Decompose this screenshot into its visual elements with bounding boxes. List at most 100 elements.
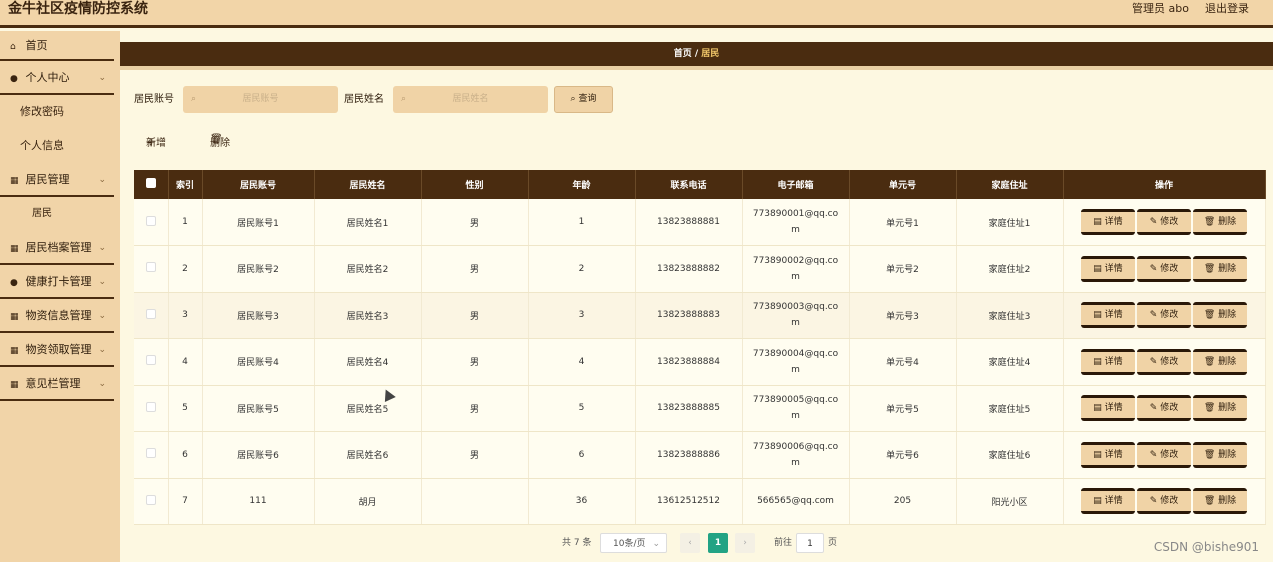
detail-button[interactable]: ▤ 详情 bbox=[1081, 488, 1135, 515]
detail-button[interactable]: ▤ 详情 bbox=[1081, 348, 1135, 375]
goto-page-input[interactable]: 1 bbox=[796, 533, 824, 553]
query-button[interactable]: ⌕ 查询 bbox=[554, 86, 613, 113]
column-header[interactable]: 居民账号 bbox=[202, 170, 315, 199]
row-checkbox[interactable] bbox=[145, 448, 156, 459]
detail-button-label: 详情 bbox=[1104, 356, 1123, 367]
detail-button-label: 详情 bbox=[1104, 449, 1123, 460]
column-header[interactable]: 性别 bbox=[421, 170, 529, 199]
search-icon: ⌕ bbox=[401, 94, 407, 104]
cell-gender: 男 bbox=[421, 199, 529, 246]
edit-button[interactable]: ✎ 修改 bbox=[1137, 209, 1191, 235]
account-search-input[interactable]: ⌕ 居民账号 bbox=[183, 86, 338, 113]
edit-button-label: 修改 bbox=[1160, 310, 1179, 321]
sidebar-item-resident-mgmt[interactable]: ▦ 居民管理 ⌄ bbox=[0, 163, 114, 197]
delete-button[interactable]: 🗑 删除 bbox=[1193, 209, 1247, 235]
detail-button-label: 详情 bbox=[1104, 403, 1123, 414]
search-icon: ⌕ bbox=[191, 94, 197, 104]
sidebar-item-change-password[interactable]: 修改密码 bbox=[0, 95, 120, 129]
column-header[interactable]: 单元号 bbox=[849, 170, 957, 199]
row-checkbox[interactable] bbox=[145, 215, 156, 226]
logout-link[interactable]: 退出登录 bbox=[1205, 1, 1249, 17]
prev-page-button[interactable]: ‹ bbox=[680, 533, 700, 553]
column-header[interactable]: 年龄 bbox=[528, 170, 636, 199]
table-row: 6 居民账号6 居民姓名6 男 6 13823888886 773890006@qq.com… bbox=[134, 431, 1266, 479]
sidebar-item-resident[interactable]: 居民 bbox=[0, 197, 120, 231]
table-row: 7 111 胡月 36 13612512512 566565@qq.com 205 阳光小区 ▤… bbox=[134, 478, 1266, 525]
cell-name: 居民姓名5 bbox=[314, 385, 422, 432]
sidebar-item-resident-archive[interactable]: ▦ 居民档案管理 ⌄ bbox=[0, 231, 114, 265]
chevron-left-icon: ‹ bbox=[688, 538, 692, 548]
cell-unit: 单元号2 bbox=[849, 245, 957, 293]
detail-button[interactable]: ▤ 详情 bbox=[1081, 209, 1135, 235]
detail-button-label: 详情 bbox=[1104, 310, 1123, 321]
detail-button[interactable]: ▤ 详情 bbox=[1081, 255, 1135, 282]
breadcrumb-home[interactable]: 首页 bbox=[674, 49, 692, 59]
sidebar-item-feedback[interactable]: ▦ 意见栏管理 ⌄ bbox=[0, 367, 114, 401]
column-header[interactable]: 居民姓名 bbox=[314, 170, 422, 199]
query-button-label: 查询 bbox=[578, 94, 597, 104]
edit-button[interactable]: ✎ 修改 bbox=[1137, 255, 1191, 282]
cell-phone: 13612512512 bbox=[635, 478, 743, 525]
edit-button[interactable]: ✎ 修改 bbox=[1137, 302, 1191, 329]
sidebar-item-supplies-claim[interactable]: ▦ 物资领取管理 ⌄ bbox=[0, 333, 114, 367]
delete-button[interactable]: 🗑 删除 bbox=[1193, 488, 1247, 515]
delete-button[interactable]: 🗑 删除 bbox=[1193, 441, 1247, 468]
cell-name: 居民姓名1 bbox=[314, 199, 422, 246]
column-header[interactable]: 索引 bbox=[168, 170, 203, 199]
edit-button-label: 修改 bbox=[1160, 356, 1179, 367]
delete-button[interactable]: 🗑 删除 bbox=[1193, 348, 1247, 375]
edit-icon: ✎ bbox=[1149, 263, 1161, 274]
cell-account: 居民账号2 bbox=[202, 245, 315, 293]
cell-unit: 205 bbox=[849, 478, 957, 525]
sidebar-item-supplies-info[interactable]: ▦ 物资信息管理 ⌄ bbox=[0, 299, 114, 333]
detail-button[interactable]: ▤ 详情 bbox=[1081, 395, 1135, 422]
delete-button[interactable]: 🗑 删除 bbox=[1193, 395, 1247, 422]
cell-address: 阳光小区 bbox=[956, 478, 1064, 525]
delete-button[interactable]: 🗑 删除 bbox=[1193, 302, 1247, 329]
add-button-label: 新增 bbox=[146, 138, 166, 149]
cell-index: 6 bbox=[168, 431, 203, 479]
app-title: 金牛社区疫情防控系统 bbox=[8, 1, 148, 17]
sidebar-item-home[interactable]: ⌂ 首页 bbox=[0, 31, 114, 61]
row-checkbox[interactable] bbox=[145, 262, 156, 273]
cell-age: 5 bbox=[528, 385, 636, 432]
detail-button[interactable]: ▤ 详情 bbox=[1081, 441, 1135, 468]
sidebar-item-personal-center[interactable]: ● 个人中心 ⌄ bbox=[0, 61, 114, 95]
edit-button[interactable]: ✎ 修改 bbox=[1137, 488, 1191, 515]
row-checkbox[interactable] bbox=[145, 401, 156, 412]
edit-button[interactable]: ✎ 修改 bbox=[1137, 348, 1191, 375]
column-header[interactable]: 家庭住址 bbox=[956, 170, 1064, 199]
cell-email: 566565@qq.com bbox=[742, 478, 850, 525]
column-header[interactable]: 电子邮箱 bbox=[742, 170, 850, 199]
cell-name: 居民姓名2 bbox=[314, 245, 422, 293]
delete-button[interactable]: 🗑 删除 bbox=[1193, 255, 1247, 282]
row-checkbox[interactable] bbox=[145, 308, 156, 319]
sidebar-item-health-checkin[interactable]: ● 健康打卡管理 ⌄ bbox=[0, 265, 114, 299]
cell-email: 773890003@qq.com bbox=[742, 292, 850, 339]
cell-phone: 13823888885 bbox=[635, 385, 743, 432]
column-header[interactable]: 联系电话 bbox=[635, 170, 743, 199]
cell-phone: 13823888881 bbox=[635, 199, 743, 246]
edit-button[interactable]: ✎ 修改 bbox=[1137, 441, 1191, 468]
chevron-down-icon: ⌄ bbox=[98, 277, 106, 287]
row-operations: ▤ 详情 ✎ 修改 🗑 删除 bbox=[1063, 431, 1266, 479]
chevron-down-icon: ⌄ bbox=[652, 539, 660, 549]
name-search-input[interactable]: ⌕ 居民姓名 bbox=[393, 86, 548, 113]
row-checkbox[interactable] bbox=[145, 355, 156, 366]
document-icon: ▤ bbox=[1093, 263, 1105, 274]
select-all-checkbox[interactable] bbox=[145, 178, 156, 188]
cell-index: 1 bbox=[168, 199, 203, 246]
sidebar-item-personal-info[interactable]: 个人信息 bbox=[0, 129, 120, 163]
table-row: 1 居民账号1 居民姓名1 男 1 13823888881 773890001@qq.com… bbox=[134, 199, 1266, 246]
row-checkbox[interactable] bbox=[145, 494, 156, 505]
page-size-select[interactable]: 10条/页 ⌄ bbox=[600, 533, 667, 553]
next-page-button[interactable]: › bbox=[735, 533, 755, 553]
row-select-cell bbox=[134, 338, 169, 386]
cell-address: 家庭住址2 bbox=[956, 245, 1064, 293]
sidebar-item-label: 物资领取管理 bbox=[25, 343, 92, 356]
delete-button-label: 删除 bbox=[1218, 496, 1237, 507]
detail-button[interactable]: ▤ 详情 bbox=[1081, 302, 1135, 329]
edit-button[interactable]: ✎ 修改 bbox=[1137, 395, 1191, 422]
cell-account: 居民账号1 bbox=[202, 199, 315, 246]
page-number[interactable]: 1 bbox=[708, 533, 728, 553]
